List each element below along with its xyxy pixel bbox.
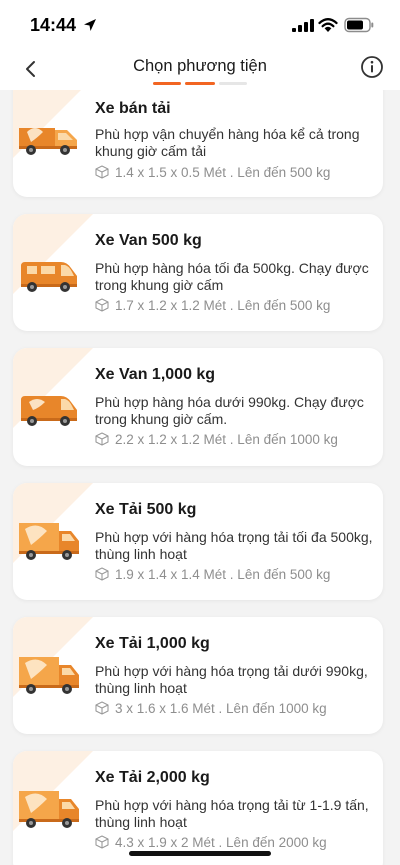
vehicle-spec: 1.9 x 1.4 x 1.4 Mét . Lên đến 500 kg	[95, 567, 330, 582]
vehicle-spec-text: 4.3 x 1.9 x 2 Mét . Lên đến 2000 kg	[115, 835, 327, 850]
box-icon	[95, 835, 109, 849]
box-icon	[95, 701, 109, 715]
vehicle-card-truck-500[interactable]: Xe Tải 500 kg Phù hợp với hàng hóa trọng…	[13, 483, 383, 600]
van-icon	[21, 396, 77, 426]
vehicle-name: Xe Van 1,000 kg	[95, 366, 216, 383]
vehicle-name: Xe Tải 500 kg	[95, 501, 197, 518]
step-indicator-3	[219, 82, 247, 85]
vehicle-description: Phù hợp với hàng hóa trọng tải tối đa 50…	[95, 529, 373, 562]
vehicle-spec-text: 1.9 x 1.4 x 1.4 Mét . Lên đến 500 kg	[115, 567, 331, 582]
vehicle-description: Phù hợp với hàng hóa trọng tải từ 1-1.9 …	[95, 797, 369, 830]
box-icon	[95, 432, 109, 446]
vehicle-card-van-500[interactable]: Xe Van 500 kg Phù hợp hàng hóa tối đa 50…	[13, 214, 383, 331]
page-title: Chọn phương tiện	[133, 57, 267, 75]
pickup-truck-icon	[19, 128, 77, 155]
location-arrow-icon	[84, 19, 96, 31]
vehicle-spec-text: 1.4 x 1.5 x 0.5 Mét . Lên đến 500 kg	[115, 165, 331, 180]
vehicle-spec: 2.2 x 1.2 x 1.2 Mét . Lên đến 1000 kg	[95, 432, 338, 447]
vehicle-card-pickup[interactable]: Xe bán tải Phù hợp vận chuyển hàng hóa k…	[13, 90, 383, 197]
van-icon	[21, 262, 77, 292]
cellular-signal-icon	[292, 19, 314, 32]
box-icon	[95, 567, 109, 581]
vehicle-card-truck-1000[interactable]: Xe Tải 1,000 kg Phù hợp với hàng hóa trọ…	[13, 617, 383, 734]
vehicle-spec: 4.3 x 1.9 x 2 Mét . Lên đến 2000 kg	[95, 835, 327, 850]
box-icon	[95, 165, 109, 179]
status-bar: 14:44	[0, 0, 400, 52]
wifi-icon	[318, 18, 338, 32]
box-truck-icon	[19, 791, 79, 828]
vehicle-spec: 1.4 x 1.5 x 0.5 Mét . Lên đến 500 kg	[95, 165, 330, 180]
vehicle-name: Xe Tải 2,000 kg	[95, 769, 210, 786]
box-truck-icon	[19, 523, 79, 560]
vehicle-card-van-1000[interactable]: Xe Van 1,000 kg Phù hợp hàng hóa dưới 99…	[13, 348, 383, 466]
vehicle-spec: 1.7 x 1.2 x 1.2 Mét . Lên đến 500 kg	[95, 298, 330, 313]
vehicle-card-truck-2000[interactable]: Xe Tải 2,000 kg Phù hợp với hàng hóa trọ…	[13, 751, 383, 865]
battery-icon	[344, 17, 374, 33]
step-indicator-1	[153, 82, 181, 85]
vehicle-description: Phù hợp với hàng hóa trọng tải dưới 990k…	[95, 663, 368, 696]
vehicle-spec: 3 x 1.6 x 1.6 Mét . Lên đến 1000 kg	[95, 701, 327, 716]
step-indicator-2	[185, 82, 215, 85]
vehicle-spec-text: 2.2 x 1.2 x 1.2 Mét . Lên đến 1000 kg	[115, 432, 338, 447]
vehicle-list: Xe bán tải Phù hợp vận chuyển hàng hóa k…	[0, 90, 400, 865]
vehicle-spec-text: 1.7 x 1.2 x 1.2 Mét . Lên đến 500 kg	[115, 298, 331, 313]
home-indicator[interactable]	[129, 851, 271, 856]
info-icon[interactable]	[360, 55, 384, 79]
vehicle-name: Xe Tải 1,000 kg	[95, 635, 210, 652]
vehicle-name: Xe bán tải	[95, 100, 171, 117]
status-time: 14:44	[30, 15, 77, 35]
vehicle-spec-text: 3 x 1.6 x 1.6 Mét . Lên đến 1000 kg	[115, 701, 327, 716]
box-truck-icon	[19, 657, 79, 694]
vehicle-description: Phù hợp hàng hóa tối đa 500kg. Chạy được…	[95, 260, 369, 293]
box-icon	[95, 298, 109, 312]
vehicle-description: Phù hợp hàng hóa dưới 990kg. Chạy được t…	[95, 394, 364, 427]
vehicle-description: Phù hợp vận chuyển hàng hóa kể cả trong …	[95, 126, 360, 159]
vehicle-name: Xe Van 500 kg	[95, 232, 202, 249]
